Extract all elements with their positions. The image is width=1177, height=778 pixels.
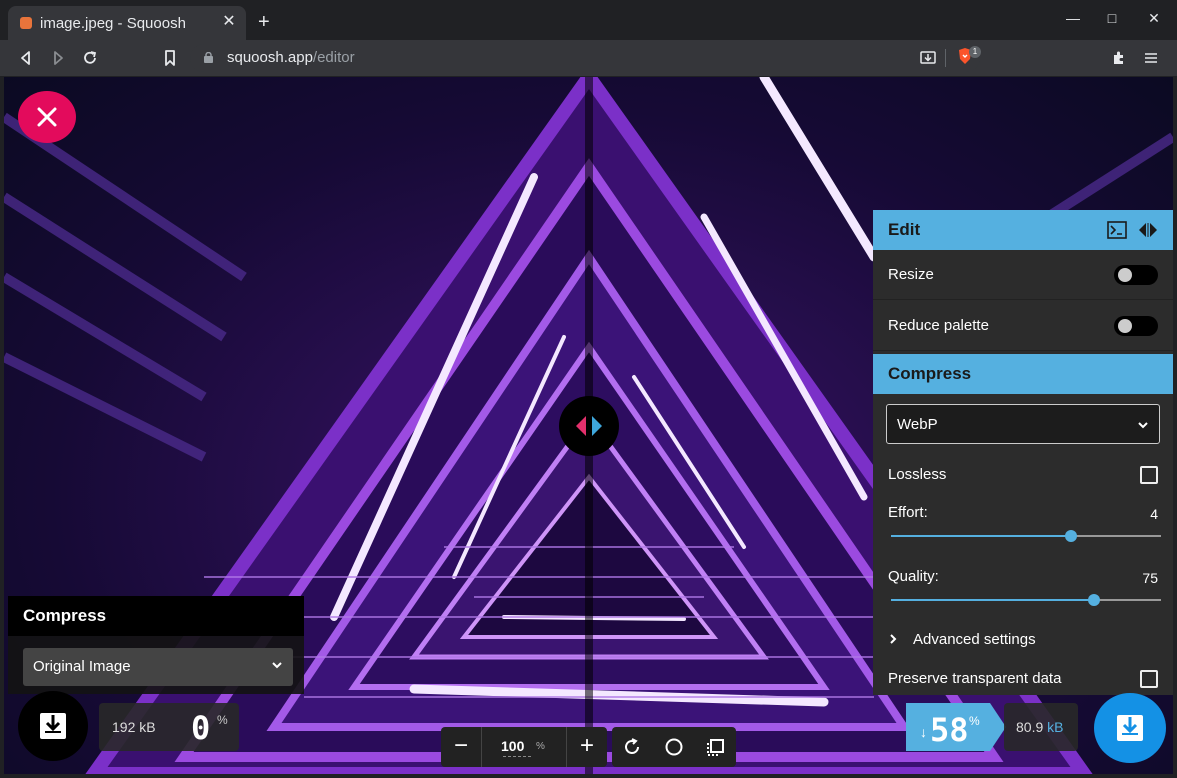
address-bar[interactable]: squoosh.app/editor [190,44,980,72]
left-codec-value: Original Image [33,658,131,675]
back-icon[interactable] [16,48,36,68]
background-toggle-icon[interactable] [662,735,686,759]
split-handle[interactable] [559,396,619,456]
tab-squoosh[interactable]: image.jpeg - Squoosh ✕ [8,6,246,40]
reduce-palette-row: Reduce palette [873,301,1173,351]
lossless-checkbox[interactable] [1140,466,1158,484]
edit-title: Edit [888,220,921,239]
zoom-separator [481,727,482,767]
close-icon [37,107,57,127]
effort-slider-thumb[interactable] [1065,530,1077,542]
codec-select[interactable]: WebP [886,404,1160,444]
effort-label: Effort: [888,504,928,521]
compressed-size-info: 80.9 kB [1004,703,1078,751]
zoom-in-button[interactable]: + [567,727,607,767]
minimize-button[interactable]: — [1063,10,1083,26]
left-compress-panel: Compress Original Image [8,596,304,694]
tab-title: image.jpeg - Squoosh [40,15,186,32]
browser-window: image.jpeg - Squoosh ✕ + — □ ✕ squoosh.a… [0,0,1177,778]
compress-title: Compress [888,364,972,383]
bookmark-icon[interactable] [160,48,180,68]
preserve-transparent-label: Preserve transparent data [888,670,1062,687]
quality-label: Quality: [888,568,939,585]
effort-slider-fill [891,535,1071,537]
compressed-size: 80.9 kB [1016,719,1064,735]
copy-settings-icon[interactable] [1137,221,1159,239]
reduce-palette-label: Reduce palette [888,317,989,334]
original-size-info: 192 kB 0 % [99,703,239,751]
resize-label: Resize [888,266,934,283]
cli-icon[interactable] [1107,221,1127,239]
editor-canvas[interactable]: Compress Original Image 192 kB 0 % − 100… [4,77,1173,774]
download-original-button[interactable] [18,691,88,761]
edit-header: Edit [873,210,1173,250]
original-size: 192 kB [112,719,156,735]
advanced-settings-toggle[interactable]: Advanced settings [873,624,1173,654]
chevron-down-icon [272,662,282,669]
brave-badge: 1 [969,46,981,58]
quality-value[interactable]: 75 [1142,570,1158,586]
side-by-side-icon[interactable] [704,735,728,759]
close-window-button[interactable]: ✕ [1144,10,1164,27]
split-arrows-icon [576,416,602,436]
forward-icon[interactable] [48,48,68,68]
advanced-settings-label: Advanced settings [913,631,1036,648]
url-text: squoosh.app/editor [227,49,355,66]
download-icon [1117,715,1143,741]
savings-unit: % [969,714,980,728]
toggle-knob [1118,319,1132,333]
savings-badge: ↓ 58 % [906,703,1006,751]
reduce-palette-toggle[interactable] [1114,316,1158,336]
savings-arrow: ↓ [920,724,927,740]
effort-slider[interactable] [891,530,1161,542]
lock-icon [204,52,213,63]
view-tools [612,727,736,767]
left-codec-select[interactable]: Original Image [23,648,293,686]
rotate-icon[interactable] [620,735,644,759]
original-percent: 0 [191,709,211,747]
preserve-transparent-checkbox[interactable] [1140,670,1158,688]
toggle-knob [1118,268,1132,282]
download-icon [40,713,66,739]
codec-value: WebP [897,416,938,433]
right-settings-panel: Edit Resize Reduce palette Compress WebP… [873,210,1173,695]
tab-close-icon[interactable]: ✕ [220,13,238,31]
tab-strip: image.jpeg - Squoosh ✕ + — □ ✕ [0,0,1177,40]
new-tab-button[interactable]: + [258,12,270,32]
left-compress-title: Compress [8,596,304,636]
compress-header: Compress [873,354,1173,394]
reload-icon[interactable] [80,48,100,68]
resize-row: Resize [873,250,1173,300]
extensions-icon[interactable] [1109,48,1129,68]
quality-slider-thumb[interactable] [1087,594,1100,606]
lossless-label: Lossless [888,466,947,483]
zoom-underline [503,756,531,757]
download-compressed-button[interactable] [1094,693,1166,763]
resize-toggle[interactable] [1114,265,1158,285]
quality-slider-fill [891,599,1094,601]
menu-icon[interactable] [1141,48,1161,68]
zoom-unit: % [536,741,545,752]
maximize-button[interactable]: □ [1102,10,1122,26]
zoom-controls: − 100 % + [441,727,607,767]
effort-value[interactable]: 4 [1150,506,1158,522]
zoom-value[interactable]: 100 [501,738,524,754]
squoosh-favicon-icon [20,17,32,29]
savings-percent: 58 [930,711,969,749]
toolbar-separator [945,49,946,67]
browser-toolbar: squoosh.app/editor 1 [0,40,1177,76]
chevron-down-icon [1138,422,1148,429]
install-app-icon[interactable] [918,48,938,68]
original-percent-unit: % [217,713,228,727]
quality-slider[interactable] [891,594,1161,606]
zoom-out-button[interactable]: − [441,727,481,767]
chevron-right-icon [890,634,897,644]
close-editor-button[interactable] [18,91,76,143]
